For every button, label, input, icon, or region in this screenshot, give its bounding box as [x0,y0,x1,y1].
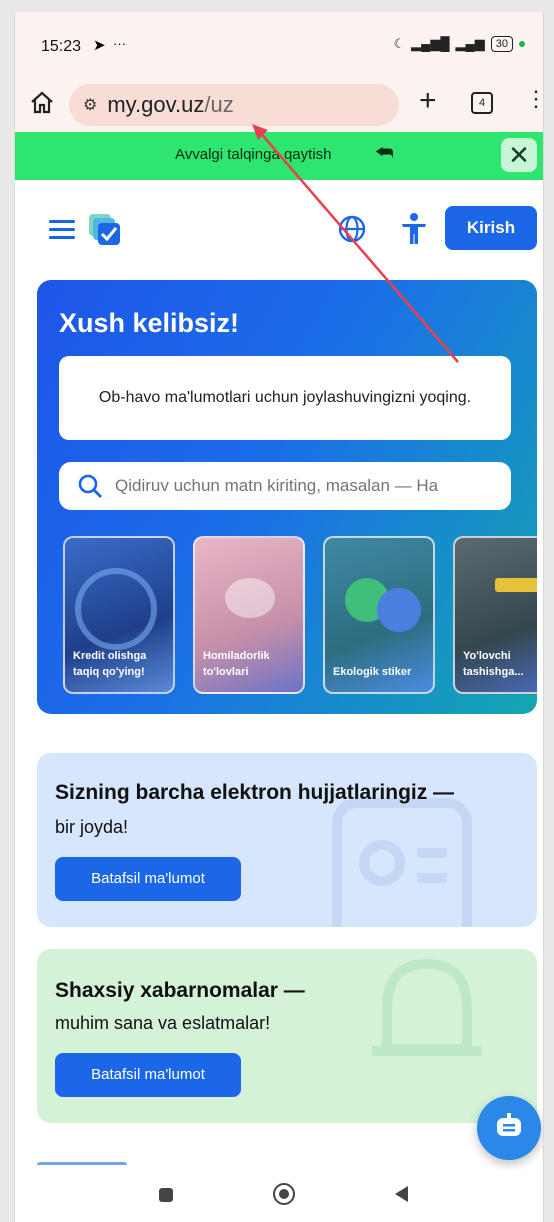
accessibility-icon[interactable] [399,212,429,246]
documents-title: Sizning barcha elektron hujjatlaringiz — [55,781,455,804]
service-card-eco-sticker[interactable]: Ekologik stiker [323,536,435,694]
service-card-credit-ban[interactable]: Kredit olishga taqiq qo'ying! [63,536,175,694]
back-button[interactable] [395,1186,408,1202]
site-settings-icon[interactable]: ⚙ [83,95,97,115]
privacy-dot-icon [519,41,525,47]
android-navigation-bar [15,1170,543,1222]
home-button[interactable] [273,1183,295,1205]
notifications-subtitle: muhim sana va eslatmalar! [55,1013,271,1033]
do-not-disturb-icon: ☾ [393,36,406,51]
service-card-label: Homiladorlik to'lovlari [203,650,270,678]
url-text[interactable]: my.gov.uz/uz [107,92,233,118]
notifications-more-button[interactable]: Batafsil ma'lumot [55,1053,241,1097]
welcome-hero: Xush kelibsiz! Ob-havo ma'lumotlari uchu… [37,280,537,714]
search-icon [78,474,102,498]
home-icon[interactable] [29,90,55,116]
bell-watermark-icon [372,958,482,1056]
status-extras: ··· [113,36,126,51]
documents-promo-card: Sizning barcha elektron hujjatlaringiz —… [37,753,537,927]
service-card-label: Ekologik stiker [333,666,412,678]
more-menu-icon[interactable]: ⋮ [525,88,543,110]
documents-subtitle: bir joyda! [55,817,129,837]
card-image-sticker-2 [377,588,421,632]
phone-screen: 15:23 ➤ ··· ☾ ▂▄▆█ ▂▄▆ 30 ⚙ my.gov.uz/uz… [14,12,544,1222]
address-bar[interactable]: ⚙ my.gov.uz/uz [69,84,399,126]
service-card-label: Yo'lovchi tashishga... [463,650,524,678]
welcome-title: Xush kelibsiz! [59,308,240,338]
tab-count-button[interactable]: 4 [471,92,493,114]
site-header: Kirish [15,180,543,280]
signal-icon: ▂▄▆█ [411,36,450,51]
service-carousel: Kredit olishga taqiq qo'ying! Homiladorli… [63,536,537,696]
browser-toolbar: ⚙ my.gov.uz/uz + 4 ⋮ [15,76,543,132]
telegram-icon: ➤ [93,37,106,54]
search-box[interactable] [59,462,511,510]
status-time: 15:23 [41,38,82,55]
card-image-taxi [495,578,537,592]
new-tab-icon[interactable]: + [419,86,437,116]
recents-button[interactable] [159,1188,173,1202]
service-card-pregnancy[interactable]: Homiladorlik to'lovlari [193,536,305,694]
status-bar: 15:23 ➤ ··· ☾ ▂▄▆█ ▂▄▆ 30 [15,12,543,76]
hamburger-menu-icon[interactable] [49,220,75,240]
login-button[interactable]: Kirish [445,206,537,250]
notifications-title: Shaxsiy xabarnomalar — [55,979,305,1002]
close-banner-button[interactable]: ✕ [501,138,537,172]
card-image-lock [75,568,157,650]
chat-assistant-button[interactable] [477,1096,541,1160]
notifications-promo-card: Shaxsiy xabarnomalar — muhim sana va esl… [37,949,537,1123]
url-path: /uz [204,92,234,117]
url-domain: my.gov.uz [107,92,205,117]
document-watermark-icon [332,798,472,927]
status-icons: ☾ ▂▄▆█ ▂▄▆ 30 [393,36,525,52]
search-input[interactable] [113,475,497,497]
battery-indicator: 30 [490,36,513,52]
language-globe-icon[interactable] [337,214,367,244]
my-gov-logo[interactable] [87,212,123,248]
service-card-label: Kredit olishga taqiq qo'ying! [73,650,147,678]
back-arrow-icon[interactable]: ⮪ [375,142,394,165]
documents-more-button[interactable]: Batafsil ma'lumot [55,857,241,901]
service-card-passenger[interactable]: Yo'lovchi tashishga... [453,536,537,694]
weather-location-prompt[interactable]: Ob-havo ma'lumotlari uchun joylashuvingi… [59,356,511,440]
legacy-version-banner: Avvalgi talqinga qaytish ⮪ ✕ [15,132,543,180]
card-image-baby-shoes [225,578,275,618]
signal-icon-2: ▂▄▆ [455,36,485,51]
legacy-version-link[interactable]: Avvalgi talqinga qaytish [175,146,332,163]
chatbot-icon [497,1113,521,1136]
